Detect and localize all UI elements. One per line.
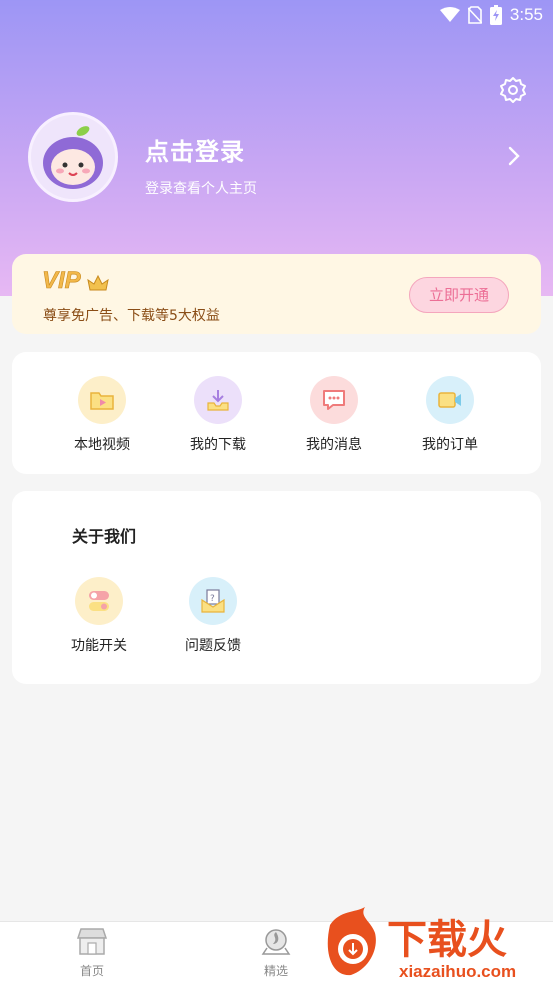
message-bubble-icon xyxy=(323,390,345,410)
settings-button[interactable] xyxy=(499,76,527,104)
vip-card[interactable]: VIP 尊享免广告、下载等5大权益 立即开通 xyxy=(12,254,541,334)
shortcut-label: 我的下载 xyxy=(190,437,246,453)
shortcut-label: 我的订单 xyxy=(422,437,478,453)
video-camera-icon xyxy=(438,392,461,408)
tab-home[interactable]: 首页 xyxy=(62,926,122,979)
profile-chevron-button[interactable] xyxy=(505,146,523,166)
watermark-logo: 下载火 xiazaihuo.com xyxy=(325,905,553,983)
about-feature-toggle[interactable]: 功能开关 xyxy=(49,577,149,655)
feedback-question-icon: ? xyxy=(201,589,225,613)
about-label: 问题反馈 xyxy=(185,638,241,654)
login-title[interactable]: 点击登录 xyxy=(145,132,245,167)
section-title: 关于我们 xyxy=(72,527,137,546)
shortcut-my-orders[interactable]: 我的订单 xyxy=(400,376,500,454)
home-store-icon xyxy=(76,928,108,955)
crown-icon xyxy=(87,274,109,291)
vip-badge-text: VIP xyxy=(42,267,82,294)
gear-icon xyxy=(500,77,526,103)
shortcut-label: 我的消息 xyxy=(306,437,362,453)
featured-badge-icon xyxy=(261,929,291,955)
battery-charging-icon xyxy=(489,5,502,25)
shortcut-label: 本地视频 xyxy=(74,437,130,453)
avatar[interactable] xyxy=(28,112,118,202)
status-bar: 3:55 xyxy=(0,0,553,32)
toggle-switch-icon xyxy=(89,591,109,611)
download-tray-icon xyxy=(207,390,229,411)
about-feedback[interactable]: ? 问题反馈 xyxy=(163,577,263,655)
no-sim-icon xyxy=(467,6,482,24)
status-time: 3:55 xyxy=(509,5,543,24)
tab-label: 精选 xyxy=(263,964,288,978)
vip-logo: VIP xyxy=(42,264,112,298)
login-subtitle: 登录查看个人主页 xyxy=(145,181,257,197)
chevron-right-icon xyxy=(508,146,520,166)
shortcuts-card: 本地视频 我的下载 我的消息 我的订单 xyxy=(12,352,541,474)
shortcut-my-downloads[interactable]: 我的下载 xyxy=(168,376,268,454)
vip-description: 尊享免广告、下载等5大权益 xyxy=(43,308,220,324)
folder-video-icon xyxy=(90,392,114,410)
about-card: 关于我们 功能开关 ? 问题反馈 xyxy=(12,491,541,684)
watermark-brand: 下载火 xyxy=(387,917,507,963)
vip-activate-button[interactable]: 立即开通 xyxy=(409,277,509,313)
about-label: 功能开关 xyxy=(71,638,127,654)
tab-label: 首页 xyxy=(79,964,104,978)
mascot-avatar-icon xyxy=(31,115,115,199)
shortcut-my-messages[interactable]: 我的消息 xyxy=(284,376,384,454)
shortcut-local-video[interactable]: 本地视频 xyxy=(52,376,152,454)
tab-featured[interactable]: 精选 xyxy=(246,926,306,979)
svg-text:?: ? xyxy=(210,594,215,604)
watermark-domain: xiazaihuo.com xyxy=(399,962,516,981)
wifi-icon xyxy=(439,7,460,22)
